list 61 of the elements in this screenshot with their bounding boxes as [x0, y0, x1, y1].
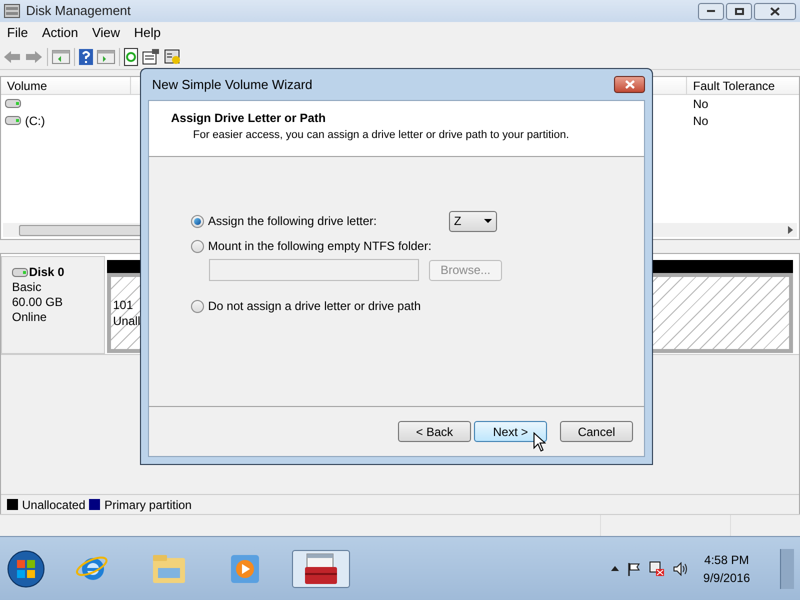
drive-icon [5, 116, 21, 125]
wizard-description: For easier access, you can assign a drive letter or drive path to your partition. [192, 128, 570, 143]
volume-name: (C:) [25, 112, 45, 130]
panel-icon[interactable] [52, 50, 70, 64]
close-icon [770, 6, 780, 16]
network-icon[interactable] [649, 560, 666, 576]
radio-label[interactable]: Assign the following drive letter: [208, 212, 377, 230]
partition-label: Unall [113, 313, 140, 329]
menu-item[interactable]: Action [34, 23, 86, 43]
wizard-button[interactable]: Cancel [560, 421, 633, 442]
close-icon [624, 80, 634, 89]
minimize-button[interactable] [698, 2, 724, 20]
radio-button[interactable] [191, 214, 204, 228]
disk-status: Online [12, 310, 48, 325]
drive-icon [5, 99, 21, 108]
partition-size: 101 [113, 297, 134, 313]
folder-path-field[interactable] [209, 259, 419, 281]
table-cell-text: No [692, 112, 710, 130]
legend-label: Unallocated [22, 496, 86, 514]
radio-label[interactable]: Mount in the following empty NTFS folder: [208, 237, 432, 255]
window-title: Disk Management [26, 2, 131, 20]
scroll-right-arrow-icon[interactable] [788, 226, 793, 234]
column-header[interactable]: Volume [1, 77, 131, 94]
settings-icon[interactable] [164, 48, 182, 64]
menu-item[interactable]: Help [127, 23, 168, 43]
disk-label-panel[interactable]: Disk 0 Basic 60.00 GB Online [1, 256, 105, 354]
menu-item[interactable]: File [0, 23, 35, 43]
start-button[interactable] [6, 548, 46, 588]
media-player-icon[interactable] [230, 554, 260, 584]
wizard-heading: Assign Drive Letter or Path [171, 110, 327, 127]
radio-label[interactable]: Do not assign a drive letter or drive path [208, 297, 421, 315]
flag-icon[interactable] [627, 562, 642, 576]
wizard-button[interactable]: Next > [474, 421, 547, 442]
mouse-pointer-icon [533, 432, 546, 453]
taskbar-button[interactable] [292, 550, 350, 588]
menu-item[interactable]: View [85, 23, 128, 43]
column-header[interactable]: Fault Tolerance [687, 77, 799, 94]
volume-icon[interactable] [673, 562, 690, 576]
close-button[interactable] [754, 2, 796, 20]
disk-size: 60.00 GB [12, 295, 64, 310]
disk-type: Basic [12, 280, 42, 295]
properties-icon[interactable] [142, 48, 160, 64]
wizard-button[interactable]: < Back [398, 421, 471, 442]
dialog-title: New Simple Volume Wizard [152, 76, 312, 94]
toolbox-icon[interactable] [304, 552, 338, 584]
table-cell-text: No [692, 96, 710, 112]
show-hidden-icons-icon[interactable] [611, 566, 620, 571]
drive-letter-dropdown[interactable]: Z [449, 210, 497, 232]
disk-name: Disk 0 [29, 265, 64, 280]
legend-label: Primary partition [104, 496, 192, 514]
clock-time[interactable]: 4:58 PM [704, 550, 749, 568]
restore-button[interactable] [726, 2, 752, 20]
drive-icon [12, 268, 28, 277]
panel-icon[interactable] [97, 50, 115, 64]
radio-button[interactable] [191, 300, 204, 312]
close-button[interactable] [614, 76, 645, 93]
refresh-icon[interactable] [124, 48, 138, 66]
radio-button[interactable] [191, 240, 204, 252]
help-icon[interactable] [79, 48, 93, 64]
disk-management-icon [4, 4, 20, 18]
clock-date[interactable]: 9/9/2016 [703, 568, 750, 586]
